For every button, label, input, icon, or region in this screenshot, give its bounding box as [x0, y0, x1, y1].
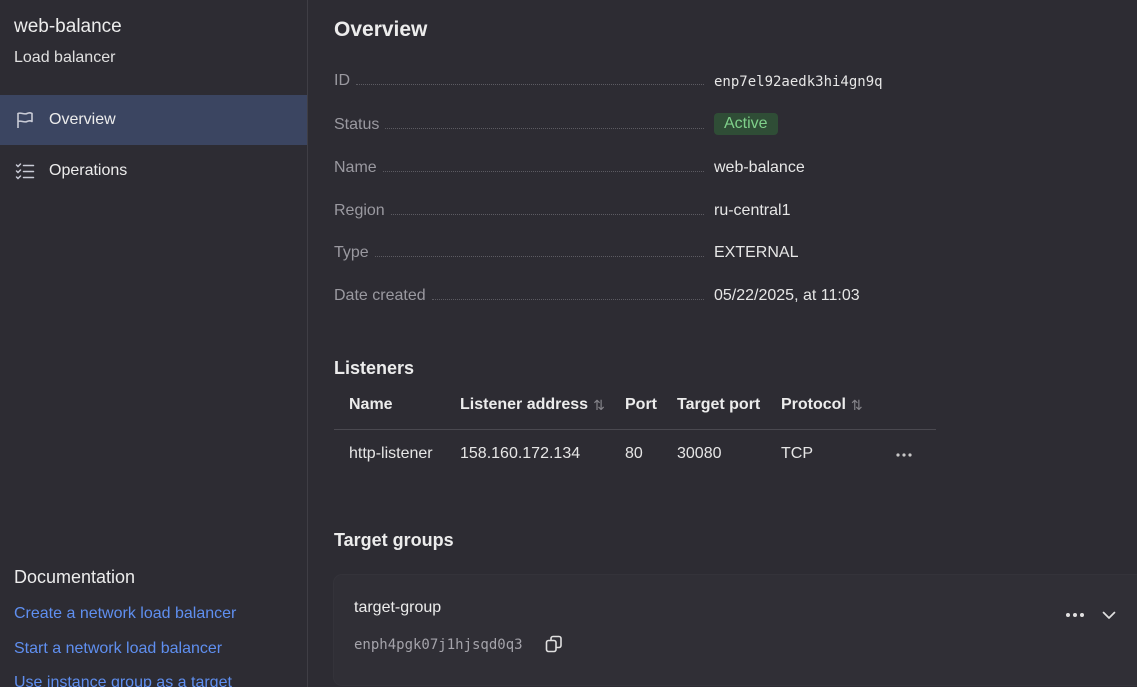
- documentation-title: Documentation: [14, 567, 136, 587]
- prop-value-region: ru-central1: [714, 202, 791, 219]
- flag-icon: [14, 109, 36, 131]
- sort-icon[interactable]: ⇅: [851, 397, 863, 414]
- cell-protocol: TCP: [781, 445, 813, 462]
- copy-icon[interactable]: [544, 634, 564, 659]
- column-header-port: Port: [625, 396, 657, 413]
- more-icon: [896, 453, 912, 457]
- prop-key: Date created: [334, 287, 426, 304]
- prop-row-type: Type EXTERNAL: [334, 242, 1114, 266]
- prop-key: Status: [334, 116, 380, 133]
- listeners-title: Listeners: [334, 358, 415, 378]
- prop-key: Region: [334, 202, 385, 219]
- target-groups-title: Target groups: [334, 530, 454, 550]
- chevron-down-icon[interactable]: [1100, 606, 1118, 629]
- prop-key: Name: [334, 159, 377, 176]
- prop-key: Type: [334, 244, 369, 261]
- target-group-name: target-group: [354, 599, 442, 616]
- nav-item-operations[interactable]: Operations: [0, 146, 307, 196]
- column-header-protocol[interactable]: Protocol ⇅: [781, 396, 863, 414]
- cell-listener-name: http-listener: [349, 445, 433, 462]
- sidebar: web-balance Load balancer Overview Opera…: [0, 0, 308, 687]
- target-group-more-button[interactable]: [1064, 602, 1086, 628]
- nav-item-label: Overview: [49, 111, 116, 128]
- nav-item-label: Operations: [49, 162, 128, 179]
- column-header-name: Name: [349, 396, 393, 413]
- sort-icon[interactable]: ⇅: [593, 397, 605, 414]
- cell-listener-address: 158.160.172.134: [460, 445, 581, 462]
- column-header-target-port: Target port: [677, 396, 761, 413]
- doc-link-start[interactable]: Start a network load balancer: [14, 640, 222, 658]
- more-icon: [1066, 613, 1084, 617]
- page-title: Overview: [334, 18, 428, 41]
- prop-row-region: Region ru-central1: [334, 200, 1114, 224]
- target-group-id: enph4pgk07j1hjsqd0q3: [354, 637, 523, 653]
- resource-type: Load balancer: [14, 49, 116, 66]
- prop-value-name: web-balance: [714, 159, 805, 176]
- prop-row-id: ID enp7el92aedk3hi4gn9q: [334, 70, 1114, 94]
- cell-port: 80: [625, 445, 643, 462]
- doc-link-instance-group[interactable]: Use instance group as a target: [14, 674, 232, 687]
- prop-row-status: Status Active: [334, 113, 1114, 138]
- prop-value-id[interactable]: enp7el92aedk3hi4gn9q: [714, 74, 883, 90]
- prop-value-type: EXTERNAL: [714, 244, 799, 261]
- doc-link-create[interactable]: Create a network load balancer: [14, 605, 236, 623]
- nav-item-overview[interactable]: Overview: [0, 95, 307, 145]
- listener-more-button[interactable]: [894, 443, 914, 468]
- cell-target-port: 30080: [677, 445, 722, 462]
- prop-row-date-created: Date created 05/22/2025, at 11:03: [334, 285, 1114, 309]
- main-content: Overview ID enp7el92aedk3hi4gn9q Status …: [309, 0, 1137, 687]
- status-badge: Active: [714, 113, 778, 135]
- resource-title: web-balance: [14, 16, 122, 37]
- target-group-card[interactable]: target-group enph4pgk07j1hjsqd0q3: [334, 575, 1137, 685]
- prop-row-name: Name web-balance: [334, 157, 1114, 181]
- prop-key: ID: [334, 72, 350, 89]
- checklist-icon: [14, 160, 36, 182]
- prop-value-date-created: 05/22/2025, at 11:03: [714, 287, 860, 304]
- table-divider: [334, 429, 936, 430]
- column-header-listener-address[interactable]: Listener address ⇅: [460, 396, 605, 414]
